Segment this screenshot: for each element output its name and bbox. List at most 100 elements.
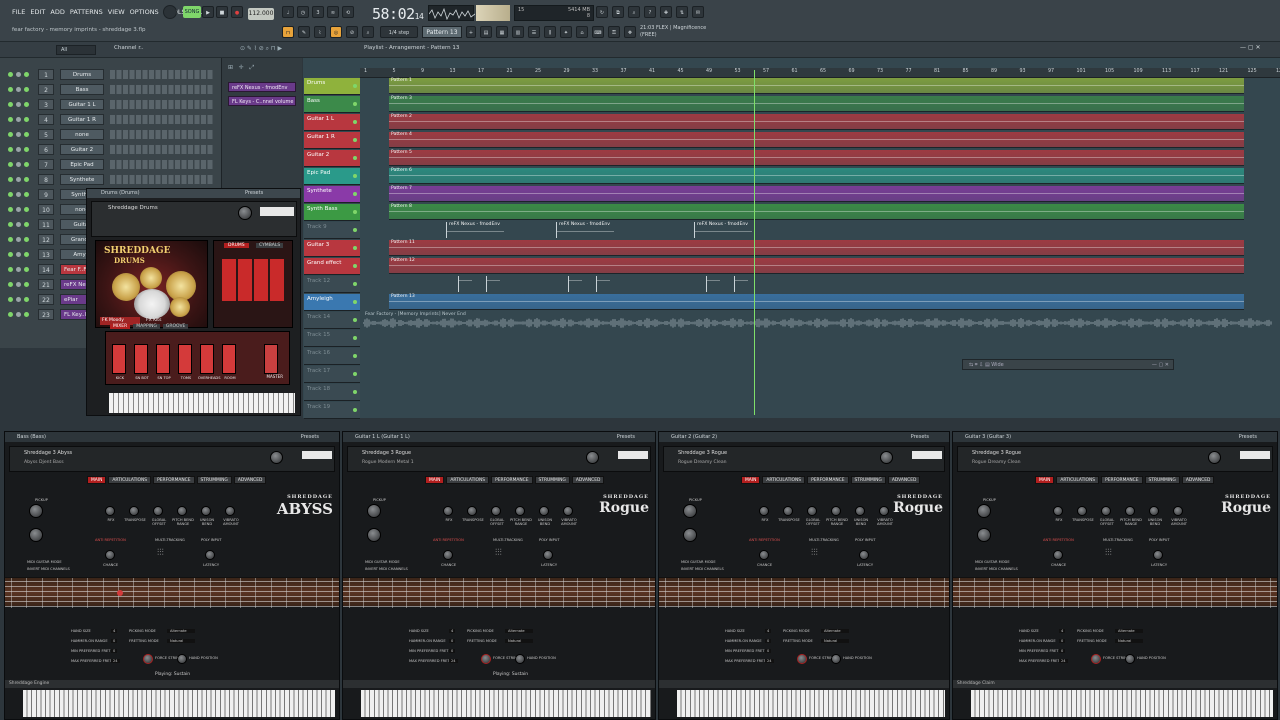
help-icon[interactable]: ? <box>644 6 656 18</box>
track-enable-led[interactable] <box>353 300 357 304</box>
midi-guitar-mode-toggle[interactable]: MIDI GUITAR MODE <box>975 560 1010 564</box>
tab-advanced[interactable]: ADVANCED <box>571 476 605 484</box>
menu-view[interactable]: VIEW <box>108 8 125 16</box>
param-knob[interactable] <box>1173 506 1183 516</box>
tab-strumming[interactable]: STRUMMING <box>534 476 570 484</box>
tab-strumming[interactable]: STRUMMING <box>196 476 232 484</box>
fx-kits-button[interactable]: FX Kits <box>146 318 161 323</box>
param-knob[interactable] <box>177 506 187 516</box>
tab-drums[interactable]: DRUMS <box>224 243 249 248</box>
channel-mute-led[interactable] <box>8 282 13 287</box>
drum-pads[interactable] <box>222 259 286 301</box>
master-pitch-slider[interactable] <box>476 5 510 21</box>
track-header[interactable]: Track 14 <box>304 312 360 329</box>
param-knob[interactable] <box>491 506 501 516</box>
tab-articulations[interactable]: ARTICULATIONS <box>1056 476 1100 484</box>
channel-select-led[interactable] <box>24 237 29 242</box>
tab-groove[interactable]: GROOVE <box>162 324 189 329</box>
track-enable-led[interactable] <box>353 120 357 124</box>
track-header[interactable]: Track 15 <box>304 330 360 347</box>
midi-guitar-mode-toggle[interactable]: MIDI GUITAR MODE <box>27 560 62 564</box>
menu-edit[interactable]: EDIT <box>30 8 45 16</box>
metronome-icon[interactable]: ♩ <box>282 6 294 18</box>
piano-keyboard[interactable] <box>361 690 651 717</box>
volume-meter[interactable] <box>302 451 332 459</box>
track-enable-led[interactable] <box>353 102 357 106</box>
track-enable-led[interactable] <box>353 138 357 142</box>
track-enable-led[interactable] <box>353 354 357 358</box>
mixer-fader[interactable] <box>112 344 126 374</box>
channel-mute-led[interactable] <box>8 192 13 197</box>
track-enable-led[interactable] <box>353 282 357 286</box>
fretboard[interactable] <box>5 577 339 608</box>
track-enable-led[interactable] <box>353 246 357 250</box>
channel-select-led[interactable] <box>24 282 29 287</box>
channel-mute-led[interactable] <box>8 102 13 107</box>
playhead[interactable] <box>754 70 755 415</box>
chance-knob[interactable] <box>759 550 769 560</box>
channel-select-led[interactable] <box>24 297 29 302</box>
pattern-clip[interactable]: Pattern 11 <box>389 240 1244 256</box>
tone-knob[interactable] <box>367 528 381 542</box>
tag-icon[interactable]: ⌂ <box>576 26 588 38</box>
mixer-fader[interactable] <box>134 344 148 374</box>
picking-mode-select[interactable]: Alternate <box>167 629 195 633</box>
channel-row[interactable]: 5 none <box>4 128 220 141</box>
blend-notes-icon[interactable]: ≋ <box>327 6 339 18</box>
multi-tracking-sliders[interactable]: ⫶⫶⫶ <box>495 548 502 558</box>
channel-number[interactable]: 7 <box>38 159 54 170</box>
channel-solo-led[interactable] <box>16 282 21 287</box>
guitar-preset-name[interactable]: Rogue Modern Metal 1 <box>362 460 414 465</box>
tab-mixer[interactable]: MIXER <box>110 324 131 329</box>
param-knob[interactable] <box>129 506 139 516</box>
hand-position-knob[interactable] <box>177 654 187 664</box>
channel-mute-led[interactable] <box>8 132 13 137</box>
param-knob[interactable] <box>759 506 769 516</box>
channel-solo-led[interactable] <box>16 132 21 137</box>
min-fret-value[interactable]: 0 <box>765 649 772 653</box>
param-knob[interactable] <box>225 506 235 516</box>
track-header[interactable]: Amyleigh <box>304 294 360 311</box>
draw-tool-icon[interactable]: ✎ <box>298 26 310 38</box>
pattern-clip[interactable]: Pattern 3 <box>389 96 1244 112</box>
tab-advanced[interactable]: ADVANCED <box>233 476 267 484</box>
plugin-picker-icon[interactable]: ✚ <box>660 6 672 18</box>
channel-solo-led[interactable] <box>16 297 21 302</box>
channel-select-led[interactable] <box>24 117 29 122</box>
mixer-fader[interactable] <box>200 344 214 374</box>
channel-mute-led[interactable] <box>8 147 13 152</box>
track-header[interactable]: Track 18 <box>304 384 360 401</box>
fretboard[interactable] <box>953 577 1277 608</box>
pattern-clip[interactable]: Pattern 7 <box>389 186 1244 202</box>
pattern-clip[interactable]: Pattern 1 <box>389 78 1244 94</box>
paint-tool-icon[interactable]: ⌇ <box>314 26 326 38</box>
track-enable-led[interactable] <box>353 264 357 268</box>
volume-meter[interactable] <box>912 451 942 459</box>
pattern-clip[interactable]: Pattern 12 <box>389 258 1244 274</box>
pattern-clip[interactable] <box>568 276 582 292</box>
tab-main[interactable]: MAIN <box>87 476 107 484</box>
channel-solo-led[interactable] <box>16 117 21 122</box>
invert-midi-toggle[interactable]: INVERT MIDI CHANNELS <box>681 567 724 571</box>
track-header[interactable]: Drums <box>304 78 360 95</box>
cymbal-center[interactable] <box>140 267 162 289</box>
guitar-window-title[interactable]: Guitar 3 (Guitar 3) Presets <box>953 432 1277 442</box>
tab-advanced[interactable]: ADVANCED <box>1181 476 1215 484</box>
track-header[interactable]: Guitar 1 L <box>304 114 360 131</box>
volume-meter[interactable] <box>260 207 294 216</box>
mixer-fader[interactable] <box>178 344 192 374</box>
min-fret-value[interactable]: 0 <box>1059 649 1066 653</box>
hand-position-knob[interactable] <box>1125 654 1135 664</box>
track-header[interactable]: Grand effect <box>304 258 360 275</box>
track-header[interactable]: Guitar 1 R <box>304 132 360 149</box>
tone-knob[interactable] <box>29 528 43 542</box>
menu-file[interactable]: FILE <box>12 8 25 16</box>
track-header[interactable]: Track 12 <box>304 276 360 293</box>
channel-select-led[interactable] <box>24 222 29 227</box>
channel-solo-led[interactable] <box>16 192 21 197</box>
channel-solo-led[interactable] <box>16 267 21 272</box>
kick-drum[interactable] <box>134 289 170 319</box>
channel-mute-led[interactable] <box>8 297 13 302</box>
guitar-preset-name[interactable]: Rogue Dreamy Clean <box>972 460 1021 465</box>
piano-keyboard[interactable] <box>971 690 1273 717</box>
